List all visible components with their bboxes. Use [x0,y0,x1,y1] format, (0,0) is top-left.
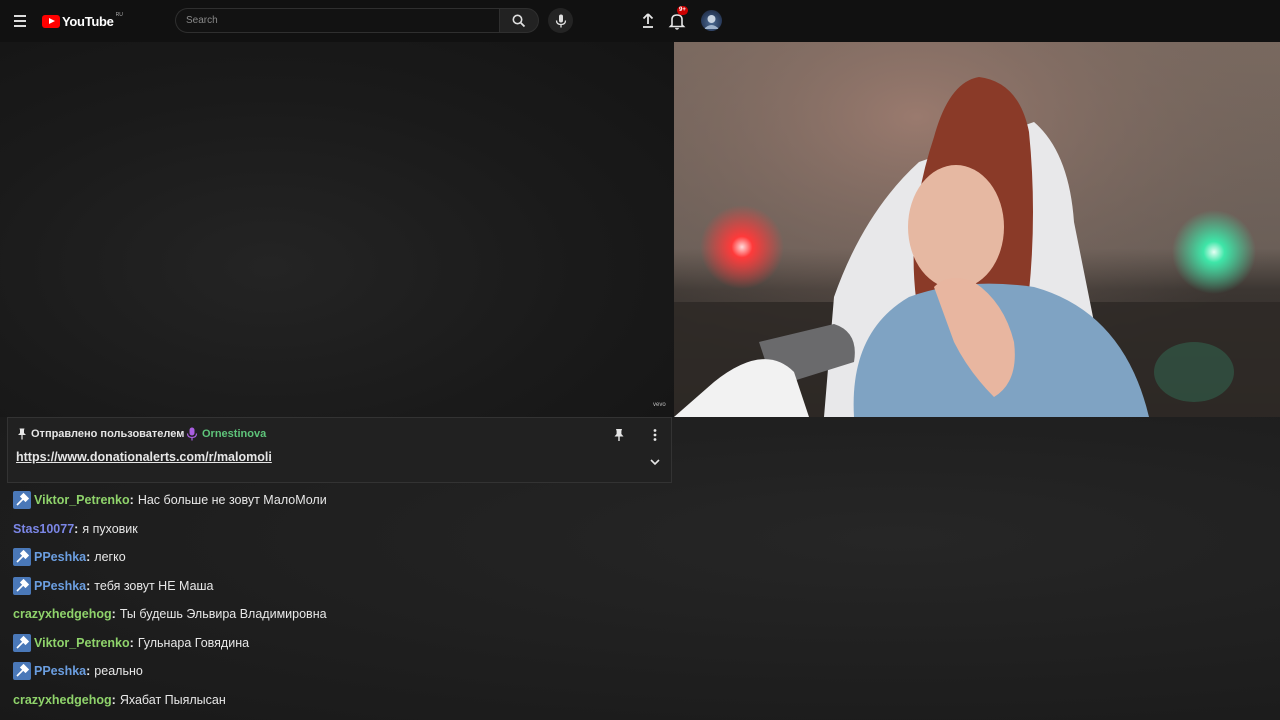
search-icon [512,14,526,28]
chat-username[interactable]: PPeshka [34,664,86,678]
chat-separator: : [86,578,91,593]
notification-badge: 9+ [677,6,688,15]
youtube-logo[interactable]: YouTube RU [42,12,123,30]
pinned-message: Отправлено пользователем Ornestinova htt… [7,417,672,483]
chat-username[interactable]: PPeshka [34,579,86,593]
chat-text: реально [94,664,143,679]
chat-username[interactable]: Viktor_Petrenko [34,493,130,507]
chat-text: Яхабат Пыялысан [119,692,226,707]
chat-username[interactable]: Viktor_Petrenko [34,636,130,650]
more-vert-icon [653,429,657,441]
youtube-play-icon [42,14,60,28]
search-bar [175,8,539,33]
more-options-button[interactable] [646,426,664,444]
chat-separator: : [129,635,134,650]
microphone-badge-icon [186,427,198,441]
chat-message: PPeshka: легко [13,543,653,572]
pinned-link[interactable]: https://www.donationalerts.com/r/malomol… [16,450,272,464]
chat-list: Viktor_Petrenko: Нас больше не зовут Мало… [13,486,653,714]
pin-icon [614,429,624,441]
search-input[interactable] [175,8,499,33]
logo-text: YouTube [62,13,114,29]
pinned-label: Отправлено пользователем [31,428,185,440]
chat-username[interactable]: PPeshka [34,550,86,564]
top-bar: YouTube RU Search 9+ [0,0,1280,42]
chat-text: я пуховик [82,521,138,536]
expand-button[interactable] [647,454,663,470]
logo-region: RU [115,12,123,18]
pin-icon [18,428,26,440]
avatar-image [704,15,719,29]
moderator-badge-icon [13,576,31,595]
chat-username[interactable]: Stas10077 [13,522,74,536]
chat-text: Гульнара Говядина [137,635,250,650]
chat-message: PPeshka: тебя зовут НЕ Маша [13,572,653,601]
microphone-icon [555,14,566,27]
chat-username[interactable]: crazyxhedgehog [13,693,112,707]
webcam-scene [674,42,1280,417]
chat-text: Нас больше не зовут МалоМоли [137,493,327,508]
chat-message: Viktor_Petrenko: Гульнара Говядина [13,629,653,658]
chat-separator: : [111,692,116,707]
chat-separator: : [86,550,91,565]
menu-icon[interactable] [8,9,32,33]
chat-message: crazyxhedgehog: Яхабат Пыялысан [13,686,653,715]
notifications-button[interactable]: 9+ [665,6,689,33]
chat-separator: : [86,664,91,679]
chat-separator: : [74,521,79,536]
avatar[interactable] [701,10,722,31]
game-video[interactable] [0,42,674,417]
moderator-badge-icon [13,633,31,652]
chat-separator: : [111,607,116,622]
search-button[interactable] [499,8,539,33]
upload-button[interactable] [636,9,660,33]
moderator-badge-icon [13,662,31,681]
voice-search-button[interactable] [548,8,573,33]
chat-message: Stas10077: я пуховик [13,515,653,544]
chat-message: Viktor_Petrenko: Нас больше не зовут Мало… [13,486,653,515]
page: YouTube RU Search 9+ vevo Отправлено пол… [0,0,1280,720]
vevo-watermark: vevo [653,402,666,408]
moderator-badge-icon [13,491,31,510]
chat-text: легко [94,550,126,565]
chat-message: PPeshka: реально [13,657,653,686]
chat-message: crazyxhedgehog: Ты будешь Эльвира Владими… [13,600,653,629]
chat-separator: : [129,493,134,508]
pinned-user[interactable]: Ornestinova [202,428,266,440]
chevron-down-icon [650,459,660,466]
chat-text: тебя зовут НЕ Маша [94,578,214,593]
chat-username[interactable]: crazyxhedgehog [13,607,112,621]
unpin-button[interactable] [610,426,628,444]
upload-icon [642,13,654,28]
webcam-video[interactable] [674,42,1280,417]
moderator-badge-icon [13,548,31,567]
chat-text: Ты будешь Эльвира Владимировна [119,607,327,622]
